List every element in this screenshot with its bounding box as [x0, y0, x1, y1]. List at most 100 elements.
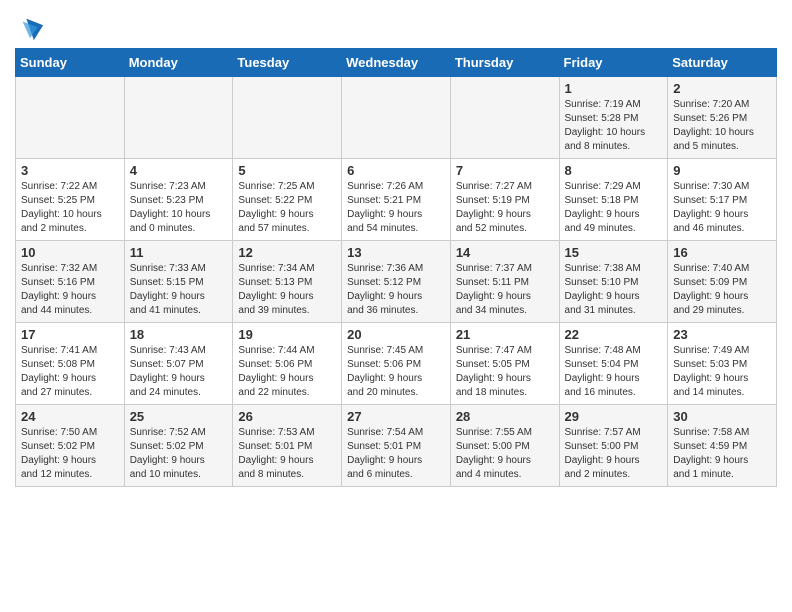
day-info: Sunrise: 7:34 AM Sunset: 5:13 PM Dayligh…: [238, 262, 336, 318]
calendar-day-cell: 22 Sunrise: 7:48 AM Sunset: 5:04 PM Dayli…: [559, 323, 668, 405]
day-info: Sunrise: 7:50 AM Sunset: 5:02 PM Dayligh…: [21, 426, 119, 482]
day-number: 8: [565, 163, 663, 178]
calendar-day-cell: 25 Sunrise: 7:52 AM Sunset: 5:02 PM Dayli…: [124, 405, 233, 487]
calendar-week-row: 3 Sunrise: 7:22 AM Sunset: 5:25 PM Daylig…: [16, 159, 777, 241]
day-number: 14: [456, 245, 554, 260]
weekday-header: Tuesday: [233, 49, 342, 77]
day-info: Sunrise: 7:48 AM Sunset: 5:04 PM Dayligh…: [565, 344, 663, 400]
day-number: 3: [21, 163, 119, 178]
day-number: 1: [565, 81, 663, 96]
day-number: 5: [238, 163, 336, 178]
calendar-table: SundayMondayTuesdayWednesdayThursdayFrid…: [15, 48, 777, 487]
day-info: Sunrise: 7:49 AM Sunset: 5:03 PM Dayligh…: [673, 344, 771, 400]
day-number: 9: [673, 163, 771, 178]
calendar-day-cell: 24 Sunrise: 7:50 AM Sunset: 5:02 PM Dayli…: [16, 405, 125, 487]
calendar-day-cell: [16, 77, 125, 159]
calendar-day-cell: 18Sunrise: 7:43 AM Sunset: 5:07 PM Dayli…: [124, 323, 233, 405]
day-number: 22: [565, 327, 663, 342]
day-number: 20: [347, 327, 445, 342]
calendar-week-row: 10 Sunrise: 7:32 AM Sunset: 5:16 PM Dayli…: [16, 241, 777, 323]
calendar-day-cell: 5 Sunrise: 7:25 AM Sunset: 5:22 PM Daylig…: [233, 159, 342, 241]
calendar-day-cell: 16 Sunrise: 7:40 AM Sunset: 5:09 PM Dayli…: [668, 241, 777, 323]
calendar-day-cell: 7 Sunrise: 7:27 AM Sunset: 5:19 PM Daylig…: [450, 159, 559, 241]
calendar-day-cell: 12 Sunrise: 7:34 AM Sunset: 5:13 PM Dayli…: [233, 241, 342, 323]
weekday-header: Wednesday: [342, 49, 451, 77]
day-number: 13: [347, 245, 445, 260]
calendar-day-cell: 21 Sunrise: 7:47 AM Sunset: 5:05 PM Dayli…: [450, 323, 559, 405]
day-number: 18: [130, 327, 228, 342]
day-number: 2: [673, 81, 771, 96]
calendar-day-cell: [124, 77, 233, 159]
day-number: 23: [673, 327, 771, 342]
calendar-day-cell: 27 Sunrise: 7:54 AM Sunset: 5:01 PM Dayli…: [342, 405, 451, 487]
day-info: Sunrise: 7:40 AM Sunset: 5:09 PM Dayligh…: [673, 262, 771, 318]
calendar-day-cell: 13Sunrise: 7:36 AM Sunset: 5:12 PM Dayli…: [342, 241, 451, 323]
day-info: Sunrise: 7:33 AM Sunset: 5:15 PM Dayligh…: [130, 262, 228, 318]
calendar-day-cell: 2 Sunrise: 7:20 AM Sunset: 5:26 PM Daylig…: [668, 77, 777, 159]
calendar-header-row: SundayMondayTuesdayWednesdayThursdayFrid…: [16, 49, 777, 77]
calendar-day-cell: 30 Sunrise: 7:58 AM Sunset: 4:59 PM Dayli…: [668, 405, 777, 487]
day-number: 24: [21, 409, 119, 424]
day-info: Sunrise: 7:45 AM Sunset: 5:06 PM Dayligh…: [347, 344, 445, 400]
weekday-header: Monday: [124, 49, 233, 77]
calendar-week-row: 24 Sunrise: 7:50 AM Sunset: 5:02 PM Dayli…: [16, 405, 777, 487]
day-info: Sunrise: 7:29 AM Sunset: 5:18 PM Dayligh…: [565, 180, 663, 236]
day-number: 16: [673, 245, 771, 260]
calendar-day-cell: 15 Sunrise: 7:38 AM Sunset: 5:10 PM Dayli…: [559, 241, 668, 323]
day-info: Sunrise: 7:25 AM Sunset: 5:22 PM Dayligh…: [238, 180, 336, 236]
calendar-day-cell: 19Sunrise: 7:44 AM Sunset: 5:06 PM Dayli…: [233, 323, 342, 405]
day-number: 12: [238, 245, 336, 260]
calendar-day-cell: 6Sunrise: 7:26 AM Sunset: 5:21 PM Daylig…: [342, 159, 451, 241]
calendar-day-cell: 11 Sunrise: 7:33 AM Sunset: 5:15 PM Dayli…: [124, 241, 233, 323]
calendar-day-cell: 29 Sunrise: 7:57 AM Sunset: 5:00 PM Dayli…: [559, 405, 668, 487]
day-number: 26: [238, 409, 336, 424]
calendar-day-cell: 14 Sunrise: 7:37 AM Sunset: 5:11 PM Dayli…: [450, 241, 559, 323]
day-info: Sunrise: 7:44 AM Sunset: 5:06 PM Dayligh…: [238, 344, 336, 400]
calendar-day-cell: 17 Sunrise: 7:41 AM Sunset: 5:08 PM Dayli…: [16, 323, 125, 405]
day-info: Sunrise: 7:38 AM Sunset: 5:10 PM Dayligh…: [565, 262, 663, 318]
logo-icon: [17, 14, 45, 42]
day-number: 17: [21, 327, 119, 342]
page-header: [15, 10, 777, 42]
weekday-header: Saturday: [668, 49, 777, 77]
day-number: 10: [21, 245, 119, 260]
day-info: Sunrise: 7:19 AM Sunset: 5:28 PM Dayligh…: [565, 98, 663, 154]
calendar-day-cell: 9 Sunrise: 7:30 AM Sunset: 5:17 PM Daylig…: [668, 159, 777, 241]
day-info: Sunrise: 7:52 AM Sunset: 5:02 PM Dayligh…: [130, 426, 228, 482]
calendar-day-cell: 1 Sunrise: 7:19 AM Sunset: 5:28 PM Daylig…: [559, 77, 668, 159]
day-number: 15: [565, 245, 663, 260]
day-number: 27: [347, 409, 445, 424]
calendar-day-cell: 23 Sunrise: 7:49 AM Sunset: 5:03 PM Dayli…: [668, 323, 777, 405]
day-number: 28: [456, 409, 554, 424]
calendar-day-cell: 20 Sunrise: 7:45 AM Sunset: 5:06 PM Dayli…: [342, 323, 451, 405]
day-number: 29: [565, 409, 663, 424]
day-number: 25: [130, 409, 228, 424]
day-number: 30: [673, 409, 771, 424]
day-info: Sunrise: 7:55 AM Sunset: 5:00 PM Dayligh…: [456, 426, 554, 482]
weekday-header: Thursday: [450, 49, 559, 77]
calendar-day-cell: 28 Sunrise: 7:55 AM Sunset: 5:00 PM Dayli…: [450, 405, 559, 487]
day-info: Sunrise: 7:47 AM Sunset: 5:05 PM Dayligh…: [456, 344, 554, 400]
day-info: Sunrise: 7:57 AM Sunset: 5:00 PM Dayligh…: [565, 426, 663, 482]
calendar-day-cell: 4 Sunrise: 7:23 AM Sunset: 5:23 PM Daylig…: [124, 159, 233, 241]
day-info: Sunrise: 7:20 AM Sunset: 5:26 PM Dayligh…: [673, 98, 771, 154]
day-info: Sunrise: 7:37 AM Sunset: 5:11 PM Dayligh…: [456, 262, 554, 318]
day-number: 4: [130, 163, 228, 178]
weekday-header: Sunday: [16, 49, 125, 77]
day-info: Sunrise: 7:32 AM Sunset: 5:16 PM Dayligh…: [21, 262, 119, 318]
calendar-day-cell: [233, 77, 342, 159]
day-info: Sunrise: 7:53 AM Sunset: 5:01 PM Dayligh…: [238, 426, 336, 482]
day-info: Sunrise: 7:41 AM Sunset: 5:08 PM Dayligh…: [21, 344, 119, 400]
day-info: Sunrise: 7:30 AM Sunset: 5:17 PM Dayligh…: [673, 180, 771, 236]
calendar-day-cell: 10 Sunrise: 7:32 AM Sunset: 5:16 PM Dayli…: [16, 241, 125, 323]
day-number: 21: [456, 327, 554, 342]
day-info: Sunrise: 7:58 AM Sunset: 4:59 PM Dayligh…: [673, 426, 771, 482]
day-number: 7: [456, 163, 554, 178]
calendar-day-cell: 26 Sunrise: 7:53 AM Sunset: 5:01 PM Dayli…: [233, 405, 342, 487]
day-info: Sunrise: 7:27 AM Sunset: 5:19 PM Dayligh…: [456, 180, 554, 236]
day-info: Sunrise: 7:22 AM Sunset: 5:25 PM Dayligh…: [21, 180, 119, 236]
day-info: Sunrise: 7:54 AM Sunset: 5:01 PM Dayligh…: [347, 426, 445, 482]
day-number: 11: [130, 245, 228, 260]
day-info: Sunrise: 7:23 AM Sunset: 5:23 PM Dayligh…: [130, 180, 228, 236]
calendar-day-cell: [450, 77, 559, 159]
